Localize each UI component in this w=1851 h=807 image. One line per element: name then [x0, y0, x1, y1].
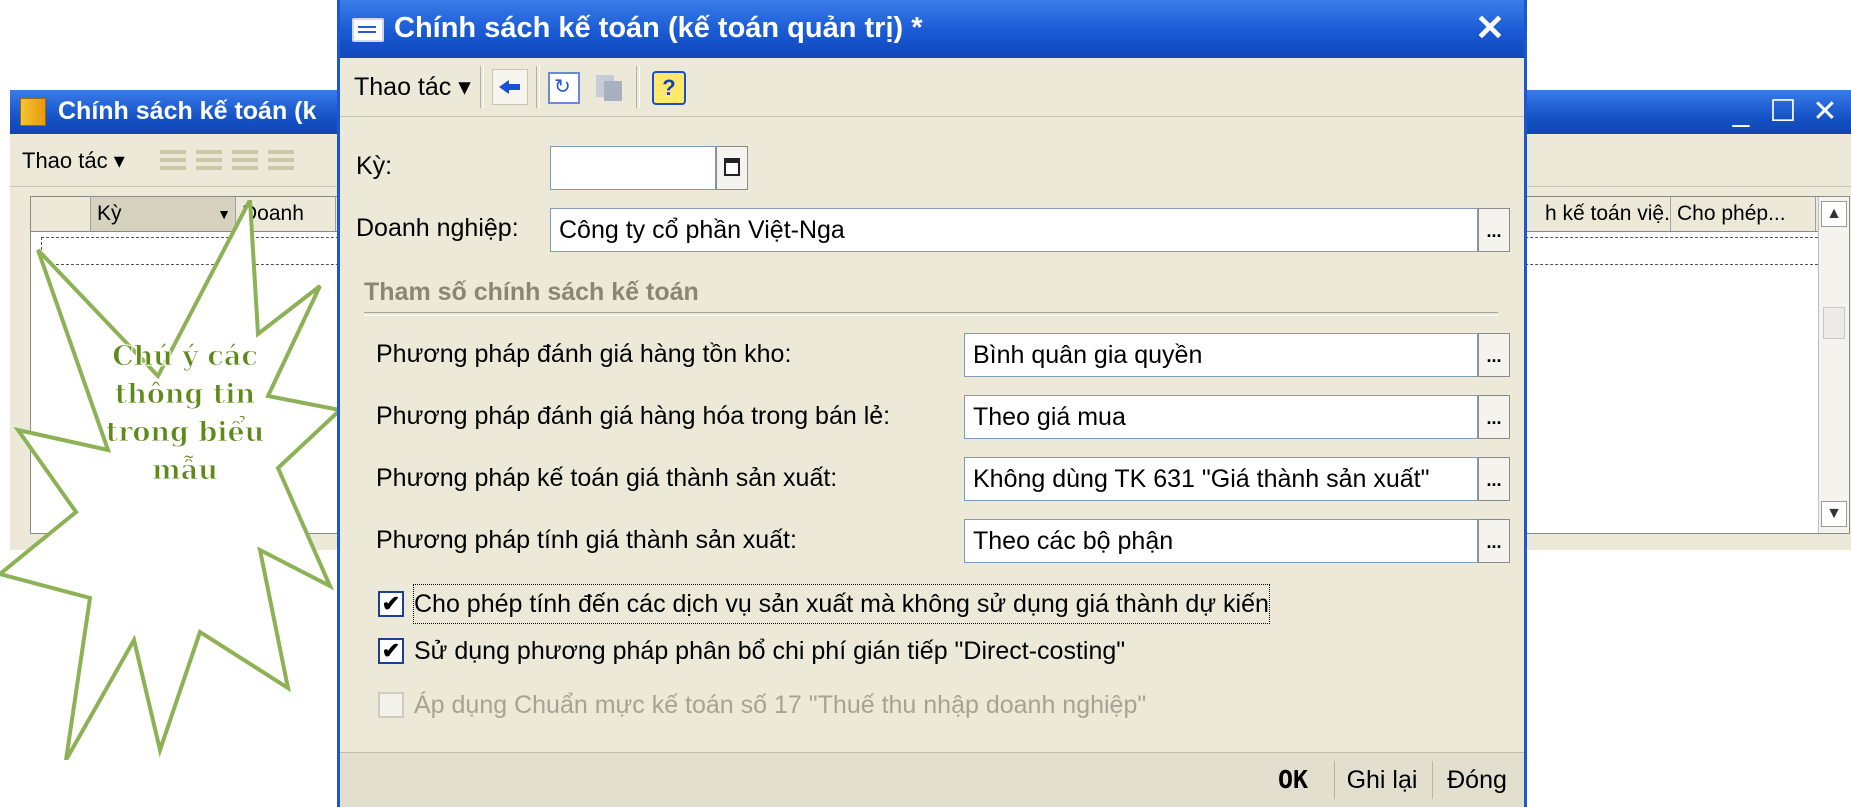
direct-costing-label[interactable]: Sử dụng phương pháp phân bổ chi phí gián…	[414, 632, 1125, 670]
period-field[interactable]	[550, 146, 716, 190]
starburst-callout: Chú ý các thông tin trong biểu mẫu	[0, 192, 345, 761]
close-icon[interactable]: ✕	[1807, 94, 1843, 130]
costing-method-field[interactable]: Theo các bộ phận	[964, 519, 1478, 563]
dialog-title: Chính sách kế toán (kế toán quản trị) *	[394, 12, 923, 44]
policy-params-heading: Tham số chính sách kế toán	[364, 278, 699, 306]
scroll-up-icon[interactable]: ▲	[1821, 201, 1847, 227]
group-divider	[364, 312, 1498, 316]
tree-edit-icon[interactable]	[196, 146, 222, 176]
inventory-method-field[interactable]: Bình quân gia quyền	[964, 333, 1478, 377]
grid-col-accounting[interactable]: h kế toán việ...	[1539, 197, 1671, 231]
footer-separator	[1334, 761, 1335, 799]
form-icon	[352, 18, 384, 42]
background-window-title: Chính sách kế toán (k	[58, 97, 317, 125]
toolbar-separator	[480, 66, 484, 108]
company-select-button[interactable]: ...	[1478, 208, 1510, 252]
scroll-down-icon[interactable]: ▼	[1821, 501, 1847, 527]
ok-button[interactable]: OK	[1262, 757, 1324, 803]
callout-line: mẫu	[152, 455, 219, 487]
close-button[interactable]: Đóng	[1438, 757, 1516, 803]
inventory-method-select-button[interactable]: ...	[1478, 333, 1510, 377]
vas17-label: Áp dụng Chuẩn mực kế toán số 17 "Thuế th…	[414, 691, 1147, 719]
action-menu[interactable]: Thao tác ▾	[354, 72, 471, 102]
scroll-thumb[interactable]	[1823, 307, 1845, 339]
cost-accounting-select-button[interactable]: ...	[1478, 457, 1510, 501]
calendar-icon[interactable]	[716, 146, 748, 190]
dialog-titlebar[interactable]: Chính sách kế toán (kế toán quản trị) * …	[340, 0, 1524, 58]
company-label: Doanh nghiệp:	[356, 214, 519, 242]
app-icon	[20, 98, 46, 126]
toolbar-separator	[636, 66, 640, 108]
dialog-footer: OK Ghi lại Đóng	[340, 752, 1524, 807]
back-arrow-icon[interactable]	[492, 69, 528, 105]
callout-line: thông tin	[114, 379, 256, 411]
refresh-icon[interactable]	[548, 72, 580, 104]
minimize-icon[interactable]: _	[1723, 94, 1759, 130]
callout-line: Chú ý các	[112, 341, 259, 373]
callout-text: Chú ý các thông tin trong biểu mẫu	[85, 338, 285, 490]
period-label: Kỳ:	[356, 152, 393, 180]
allow-services-checkbox[interactable]: ✔	[378, 591, 404, 617]
dialog-toolbar: Thao tác ▾ ?	[340, 58, 1524, 117]
retail-method-select-button[interactable]: ...	[1478, 395, 1510, 439]
tree-add-icon[interactable]	[160, 146, 186, 176]
save-button[interactable]: Ghi lại	[1340, 757, 1424, 803]
vas17-checkbox	[378, 692, 404, 718]
allow-services-label[interactable]: Cho phép tính đến các dịch vụ sản xuất m…	[413, 584, 1270, 624]
retail-method-field[interactable]: Theo giá mua	[964, 395, 1478, 439]
cost-accounting-label: Phương pháp kế toán giá thành sản xuất:	[376, 464, 838, 492]
maximize-icon[interactable]: ☐	[1765, 94, 1801, 130]
cost-accounting-field[interactable]: Không dùng TK 631 "Giá thành sản xuất"	[964, 457, 1478, 501]
toolbar-separator	[536, 66, 540, 108]
footer-separator	[1432, 761, 1433, 799]
background-action-menu[interactable]: Thao tác ▾	[22, 148, 125, 174]
help-icon[interactable]: ?	[652, 71, 686, 105]
accounting-policy-dialog: Chính sách kế toán (kế toán quản trị) * …	[340, 0, 1524, 807]
copy-icon[interactable]	[592, 69, 626, 103]
close-icon[interactable]: ✕	[1470, 8, 1510, 48]
costing-method-select-button[interactable]: ...	[1478, 519, 1510, 563]
tree-move-icon[interactable]	[268, 146, 294, 176]
inventory-method-label: Phương pháp đánh giá hàng tồn kho:	[376, 340, 792, 368]
direct-costing-checkbox[interactable]: ✔	[378, 638, 404, 664]
callout-line: trong biểu	[105, 417, 265, 449]
costing-method-label: Phương pháp tính giá thành sản xuất:	[376, 526, 797, 554]
retail-method-label: Phương pháp đánh giá hàng hóa trong bán …	[376, 402, 891, 430]
company-field[interactable]: Công ty cổ phần Việt-Nga	[550, 208, 1478, 252]
grid-col-allow[interactable]: Cho phép...	[1671, 197, 1816, 231]
vertical-scrollbar[interactable]: ▲ ▼	[1818, 197, 1849, 533]
tree-delete-icon[interactable]	[232, 146, 258, 176]
